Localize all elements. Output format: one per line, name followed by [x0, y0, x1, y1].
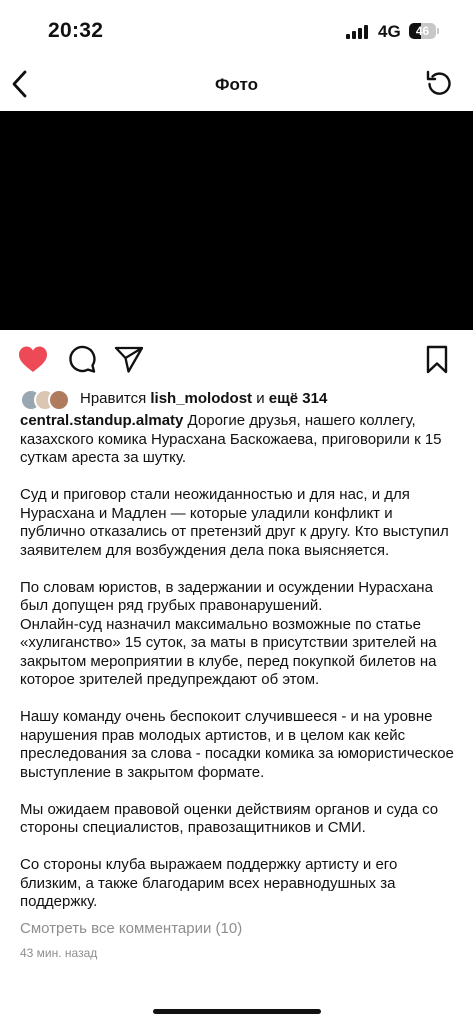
post-photo[interactable]: [0, 111, 473, 330]
liker-avatars: [20, 389, 76, 411]
caption-paragraph: Со стороны клуба выражаем поддержку арти…: [20, 856, 398, 910]
post-timestamp: 43 мин. назад: [20, 946, 98, 960]
nav-bar: Фото: [0, 60, 473, 110]
like-button[interactable]: [16, 343, 50, 375]
status-bar: 20:32 4G 46: [0, 0, 473, 60]
comment-icon: [69, 345, 96, 373]
post-caption: central.standup.almaty Дорогие друзья, н…: [20, 412, 460, 912]
caption-paragraph: Онлайн-суд назначил максимально возможны…: [20, 615, 437, 689]
likes-prefix: Нравится: [80, 390, 151, 407]
caption-paragraph: Суд и приговор стали неожиданностью и дл…: [20, 486, 449, 559]
status-time: 20:32: [48, 19, 104, 42]
view-comments-link[interactable]: Смотреть все комментарии (10): [20, 920, 242, 937]
paper-plane-icon: [114, 346, 144, 373]
likes-more[interactable]: ещё 314: [269, 390, 328, 407]
caption-paragraph: Нашу команду очень беспокоит случившееся…: [20, 708, 454, 781]
caption-paragraph: Мы ожидаем правовой оценки действиям орг…: [20, 800, 439, 837]
caption-paragraph: По словам юристов, в задержании и осужде…: [20, 578, 433, 615]
home-indicator[interactable]: [153, 1009, 321, 1014]
rotate-icon: [426, 70, 451, 95]
caption-paragraph: central.standup.almaty Дорогие друзья, н…: [20, 412, 460, 468]
comment-button[interactable]: [64, 343, 98, 375]
likes-row[interactable]: Нравится lish_molodost и ещё 314: [20, 388, 460, 412]
heart-icon: [19, 346, 47, 372]
post-actions: [0, 338, 473, 382]
battery-cap: [437, 28, 439, 34]
reload-button[interactable]: [424, 68, 454, 98]
network-type: 4G: [378, 22, 401, 41]
author-username[interactable]: central.standup.almaty: [20, 412, 183, 429]
share-button[interactable]: [112, 343, 146, 375]
battery-icon: 46: [409, 23, 436, 39]
likes-text: Нравится lish_molodost и ещё 314: [80, 390, 327, 407]
battery-level: 46: [415, 24, 430, 38]
avatar: [48, 389, 70, 411]
likes-conjunction: и: [252, 390, 269, 407]
bookmark-icon: [426, 345, 448, 374]
signal-strength-icon: [346, 25, 372, 39]
page-title: Фото: [215, 75, 258, 94]
liker-username[interactable]: lish_molodost: [150, 390, 252, 407]
save-button[interactable]: [420, 343, 454, 375]
